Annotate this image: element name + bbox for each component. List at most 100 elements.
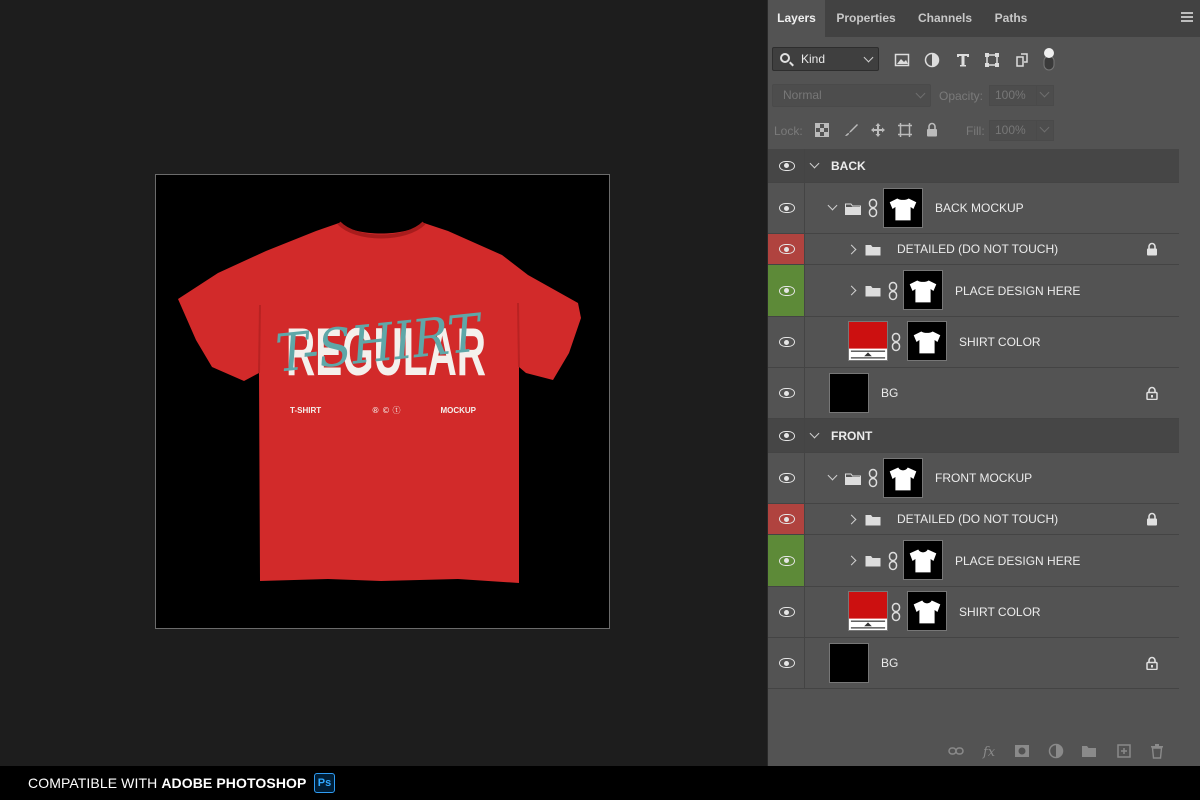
mockup-left-small: T-SHIRT xyxy=(290,406,321,415)
eye-icon xyxy=(779,388,795,398)
eye-icon xyxy=(779,555,795,566)
fx-icon[interactable]: fx xyxy=(982,743,998,759)
chevron-down-icon xyxy=(915,88,926,99)
layer-group-front[interactable]: FRONT xyxy=(768,419,1179,453)
caption-app-name: ADOBE PHOTOSHOP xyxy=(161,775,307,791)
tshirt-shape xyxy=(178,223,581,583)
new-adjustment-layer-icon[interactable] xyxy=(1048,743,1064,759)
blend-mode-select[interactable]: Normal xyxy=(772,84,931,107)
chevron-right-icon[interactable] xyxy=(846,514,857,525)
layer-name: BACK xyxy=(831,158,866,173)
layer-front-mockup[interactable]: FRONT MOCKUP xyxy=(768,453,1179,504)
chevron-right-icon[interactable] xyxy=(846,285,857,296)
pixel-filter-icon[interactable] xyxy=(894,52,910,68)
blend-mode-value: Normal xyxy=(783,88,822,102)
visibility-toggle[interactable] xyxy=(768,453,805,503)
visibility-toggle[interactable] xyxy=(768,638,805,688)
visibility-toggle[interactable] xyxy=(768,265,805,316)
layer-back-mockup[interactable]: BACK MOCKUP xyxy=(768,183,1179,234)
lock-transparent-pixels-icon[interactable] xyxy=(815,123,829,137)
lock-artboard-icon[interactable] xyxy=(897,122,913,138)
artboard-preview[interactable]: REGULAR T-SHIRT T-SHIRT ® © ⓣ MOCKUP xyxy=(155,174,610,629)
layer-name: SHIRT COLOR xyxy=(959,335,1041,349)
layer-group-back[interactable]: BACK xyxy=(768,149,1179,183)
tab-properties[interactable]: Properties xyxy=(828,0,904,37)
layer-back-place-design[interactable]: PLACE DESIGN HERE xyxy=(768,265,1179,317)
layer-front-shirt-color[interactable]: SHIRT COLOR xyxy=(768,587,1179,638)
chevron-down-icon[interactable] xyxy=(827,200,838,211)
panel-menu-icon[interactable] xyxy=(1181,12,1193,24)
link-chain-icon xyxy=(888,281,898,301)
filter-toggle-icon[interactable] xyxy=(1042,47,1056,71)
layer-mask-thumbnail[interactable] xyxy=(883,188,923,228)
layer-mask-thumbnail[interactable] xyxy=(907,321,947,361)
layer-mask-thumbnail[interactable] xyxy=(907,591,947,631)
layer-back-bg[interactable]: BG xyxy=(768,368,1179,419)
document-canvas[interactable]: REGULAR T-SHIRT T-SHIRT ® © ⓣ MOCKUP xyxy=(0,0,766,766)
layer-mask-thumbnail[interactable] xyxy=(883,458,923,498)
visibility-toggle[interactable] xyxy=(768,368,805,418)
visibility-toggle[interactable] xyxy=(768,587,805,637)
fill-layer-thumbnail[interactable] xyxy=(848,591,888,631)
type-filter-icon[interactable] xyxy=(955,52,971,68)
tab-paths[interactable]: Paths xyxy=(985,0,1037,37)
chevron-down-icon[interactable] xyxy=(827,470,838,481)
add-mask-icon[interactable] xyxy=(1014,743,1030,759)
layer-name: BG xyxy=(881,386,899,400)
eye-icon xyxy=(779,658,795,668)
opacity-input[interactable]: 100% xyxy=(989,85,1037,106)
fill-dropdown[interactable] xyxy=(1036,120,1054,141)
layers-list[interactable]: BACK BACK MOCKUP DETAILED (DO NOT TOUCH)… xyxy=(768,149,1179,719)
lock-label: Lock: xyxy=(774,124,803,138)
visibility-toggle[interactable] xyxy=(768,183,805,233)
layer-front-bg[interactable]: BG xyxy=(768,638,1179,689)
lock-image-pixels-icon[interactable] xyxy=(844,123,858,137)
layer-back-shirt-color[interactable]: SHIRT COLOR xyxy=(768,317,1179,368)
link-chain-icon xyxy=(868,468,878,488)
folder-icon xyxy=(865,556,881,567)
new-group-icon[interactable] xyxy=(1081,743,1097,759)
link-layers-icon[interactable] xyxy=(948,743,964,759)
visibility-toggle[interactable] xyxy=(768,234,805,264)
layer-mask-thumbnail[interactable] xyxy=(903,270,943,310)
chevron-down-icon xyxy=(1039,122,1050,133)
visibility-toggle[interactable] xyxy=(768,149,805,182)
svg-text:fx: fx xyxy=(982,745,996,759)
new-layer-icon[interactable] xyxy=(1116,743,1132,759)
chevron-down-icon xyxy=(863,52,874,63)
link-chain-icon xyxy=(891,602,901,622)
visibility-toggle[interactable] xyxy=(768,419,805,452)
lock-icon xyxy=(1146,656,1158,670)
eye-icon xyxy=(779,473,795,483)
adjustment-filter-icon[interactable] xyxy=(924,52,940,68)
opacity-dropdown[interactable] xyxy=(1036,85,1054,106)
shape-filter-icon[interactable] xyxy=(984,52,1000,68)
chevron-down-icon[interactable] xyxy=(809,158,820,169)
visibility-toggle[interactable] xyxy=(768,535,805,586)
link-chain-icon xyxy=(891,332,901,352)
visibility-toggle[interactable] xyxy=(768,504,805,534)
tab-channels[interactable]: Channels xyxy=(908,0,982,37)
layer-front-place-design[interactable]: PLACE DESIGN HERE xyxy=(768,535,1179,587)
fill-layer-thumbnail[interactable] xyxy=(848,321,888,361)
layer-thumbnail[interactable] xyxy=(829,373,869,413)
layer-back-detailed[interactable]: DETAILED (DO NOT TOUCH) xyxy=(768,234,1179,265)
layer-thumbnail[interactable] xyxy=(829,643,869,683)
chevron-down-icon[interactable] xyxy=(809,428,820,439)
layer-front-detailed[interactable]: DETAILED (DO NOT TOUCH) xyxy=(768,504,1179,535)
smart-object-filter-icon[interactable] xyxy=(1014,52,1030,68)
tab-layers[interactable]: Layers xyxy=(768,0,825,37)
lock-all-icon[interactable] xyxy=(926,122,938,137)
trash-icon[interactable] xyxy=(1149,743,1165,759)
chevron-right-icon[interactable] xyxy=(846,244,857,255)
eye-icon xyxy=(779,160,795,171)
layers-panel: Layers Properties Channels Paths Kind No… xyxy=(767,0,1200,766)
fill-input[interactable]: 100% xyxy=(989,120,1037,141)
kind-filter-select[interactable]: Kind xyxy=(772,47,879,71)
caption-prefix: COMPATIBLE WITH xyxy=(28,775,162,791)
tshirt-mockup: REGULAR T-SHIRT T-SHIRT ® © ⓣ MOCKUP xyxy=(178,221,581,583)
lock-position-icon[interactable] xyxy=(870,122,886,138)
layer-mask-thumbnail[interactable] xyxy=(903,540,943,580)
visibility-toggle[interactable] xyxy=(768,317,805,367)
chevron-right-icon[interactable] xyxy=(846,555,857,566)
